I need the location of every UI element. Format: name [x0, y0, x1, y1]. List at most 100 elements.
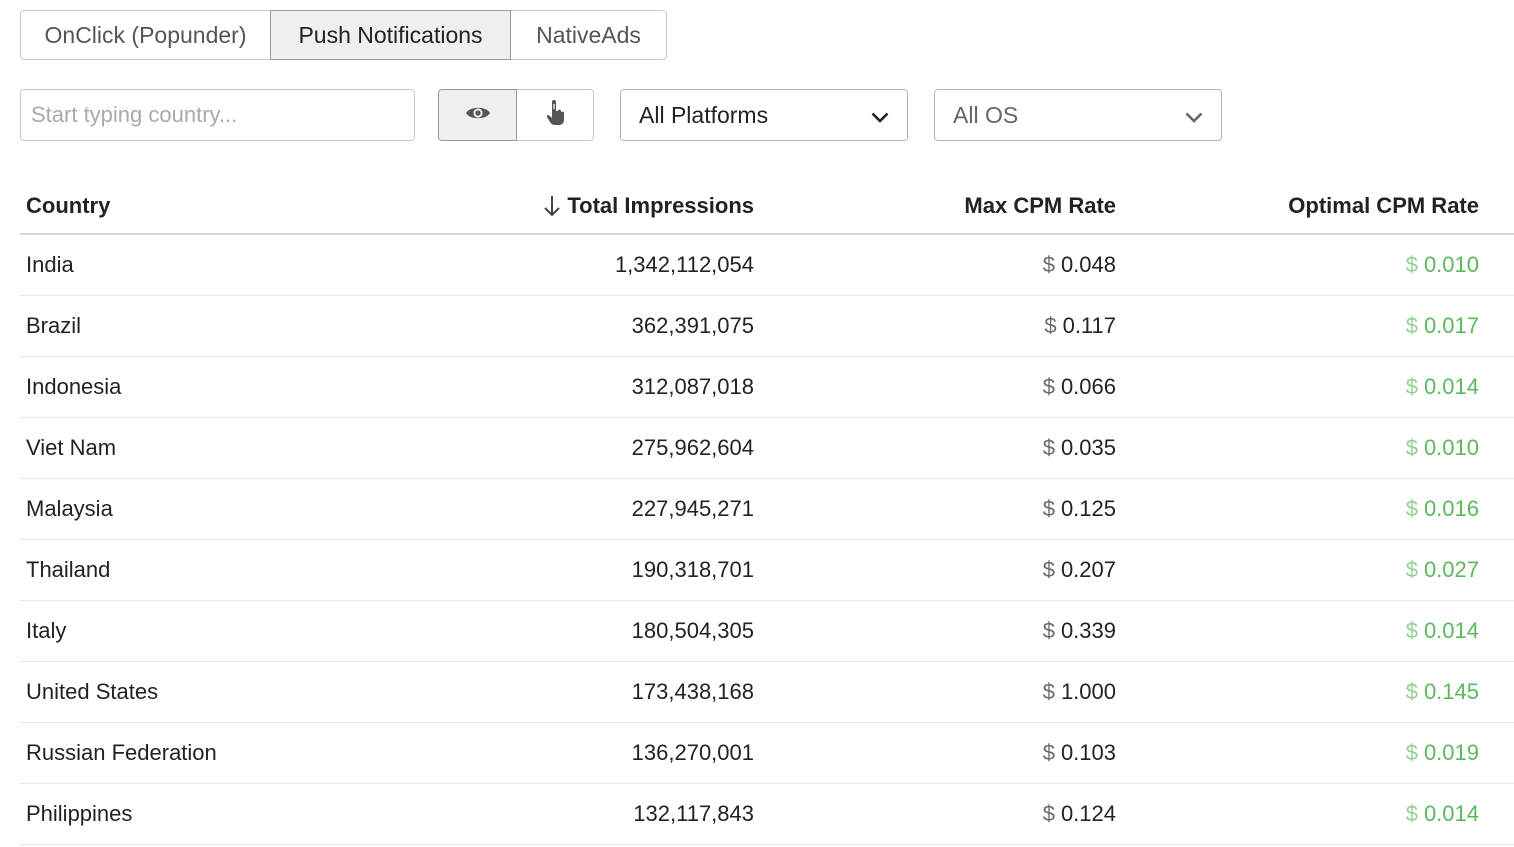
- optimal-cpm-value: 0.019: [1423, 740, 1479, 765]
- chevron-down-icon: [1185, 102, 1203, 129]
- country-search-input[interactable]: [20, 89, 415, 141]
- metric-toggle: [438, 89, 594, 141]
- table-header: Country Total Impressions Max CPM Rate O…: [20, 178, 1514, 235]
- currency-symbol: $: [1042, 618, 1055, 643]
- max-cpm-value: 0.048: [1060, 252, 1116, 277]
- max-cpm-value: 0.339: [1060, 618, 1116, 643]
- table-row: Italy 180,504,305 $0.339 $0.014: [20, 601, 1514, 662]
- platform-select[interactable]: All Platforms: [620, 89, 908, 141]
- impressions-cell: 275,962,604: [631, 435, 754, 460]
- max-cpm-cell: $0.035: [754, 435, 1116, 461]
- platform-select-value: All Platforms: [639, 101, 769, 128]
- max-cpm-value: 0.103: [1060, 740, 1116, 765]
- impressions-cell: 173,438,168: [631, 679, 754, 704]
- max-cpm-column-header[interactable]: Max CPM Rate: [754, 193, 1116, 219]
- optimal-cpm-cell: $0.016: [1116, 496, 1479, 522]
- impressions-cell: 136,270,001: [631, 740, 754, 765]
- impressions-cell: 180,504,305: [631, 618, 754, 643]
- country-cell: Thailand: [26, 557, 111, 582]
- optimal-cpm-value: 0.027: [1423, 557, 1479, 582]
- currency-symbol: $: [1405, 313, 1418, 338]
- eye-icon: [465, 104, 491, 127]
- country-cell: Indonesia: [26, 374, 122, 399]
- currency-symbol: $: [1405, 740, 1418, 765]
- tab-onclick-popunder[interactable]: OnClick (Popunder): [20, 10, 271, 60]
- max-cpm-cell: $0.207: [754, 557, 1116, 583]
- max-cpm-cell: $0.117: [754, 313, 1116, 339]
- clicks-toggle-button[interactable]: [516, 89, 594, 141]
- currency-symbol: $: [1405, 618, 1418, 643]
- impressions-cell: 227,945,271: [631, 496, 754, 521]
- currency-symbol: $: [1405, 435, 1418, 460]
- max-cpm-value: 0.207: [1060, 557, 1116, 582]
- optimal-cpm-cell: $0.010: [1116, 252, 1479, 278]
- currency-symbol: $: [1042, 435, 1055, 460]
- optimal-cpm-value: 0.014: [1423, 801, 1479, 826]
- table-row: Brazil 362,391,075 $0.117 $0.017: [20, 296, 1514, 357]
- table-row: United States 173,438,168 $1.000 $0.145: [20, 662, 1514, 723]
- table-row: India 1,342,112,054 $0.048 $0.010: [20, 235, 1514, 296]
- table-row: Philippines 132,117,843 $0.124 $0.014: [20, 784, 1514, 845]
- max-cpm-cell: $1.000: [754, 679, 1116, 705]
- country-cell: Italy: [26, 618, 67, 643]
- country-cell: United States: [26, 679, 159, 704]
- country-rates-table: Country Total Impressions Max CPM Rate O…: [20, 178, 1514, 845]
- optimal-cpm-value: 0.016: [1423, 496, 1479, 521]
- max-cpm-cell: $0.103: [754, 740, 1116, 766]
- table-row: Russian Federation 136,270,001 $0.103 $0…: [20, 723, 1514, 784]
- currency-symbol: $: [1042, 679, 1055, 704]
- tab-push-notifications[interactable]: Push Notifications: [270, 10, 511, 60]
- country-cell: Viet Nam: [26, 435, 117, 460]
- optimal-cpm-value: 0.014: [1423, 618, 1479, 643]
- chevron-down-icon: [871, 102, 889, 129]
- os-select[interactable]: All OS: [934, 89, 1222, 141]
- impressions-cell: 312,087,018: [631, 374, 754, 399]
- country-cell: Malaysia: [26, 496, 113, 521]
- currency-symbol: $: [1042, 374, 1055, 399]
- optimal-cpm-cell: $0.027: [1116, 557, 1479, 583]
- impressions-toggle-button[interactable]: [438, 89, 517, 141]
- optimal-cpm-cell: $0.014: [1116, 618, 1479, 644]
- currency-symbol: $: [1405, 679, 1418, 704]
- currency-symbol: $: [1405, 374, 1418, 399]
- pointer-hand-icon: [545, 99, 565, 131]
- currency-symbol: $: [1405, 801, 1418, 826]
- optimal-cpm-value: 0.014: [1423, 374, 1479, 399]
- impressions-cell: 362,391,075: [631, 313, 754, 338]
- country-cell: Philippines: [26, 801, 133, 826]
- optimal-cpm-cell: $0.019: [1116, 740, 1479, 766]
- table-row: Malaysia 227,945,271 $0.125 $0.016: [20, 479, 1514, 540]
- table-row: Thailand 190,318,701 $0.207 $0.027: [20, 540, 1514, 601]
- optimal-cpm-value: 0.010: [1423, 435, 1479, 460]
- country-cell: Russian Federation: [26, 740, 217, 765]
- max-cpm-cell: $0.339: [754, 618, 1116, 644]
- currency-symbol: $: [1042, 252, 1055, 277]
- table-row: Viet Nam 275,962,604 $0.035 $0.010: [20, 418, 1514, 479]
- max-cpm-value: 0.124: [1060, 801, 1116, 826]
- country-column-header[interactable]: Country: [20, 193, 440, 219]
- country-cell: Brazil: [26, 313, 82, 338]
- ad-format-tabs: OnClick (Popunder) Push Notifications Na…: [20, 10, 667, 60]
- currency-symbol: $: [1044, 313, 1057, 338]
- table-row: Indonesia 312,087,018 $0.066 $0.014: [20, 357, 1514, 418]
- optimal-cpm-value: 0.017: [1423, 313, 1479, 338]
- max-cpm-value: 0.117: [1062, 313, 1116, 338]
- currency-symbol: $: [1405, 252, 1418, 277]
- currency-symbol: $: [1042, 740, 1055, 765]
- impressions-cell: 1,342,112,054: [614, 252, 754, 277]
- currency-symbol: $: [1042, 801, 1055, 826]
- currency-symbol: $: [1405, 557, 1418, 582]
- optimal-cpm-cell: $0.010: [1116, 435, 1479, 461]
- optimal-cpm-value: 0.145: [1423, 679, 1479, 704]
- impressions-column-header[interactable]: Total Impressions: [440, 193, 754, 219]
- optimal-cpm-cell: $0.014: [1116, 374, 1479, 400]
- max-cpm-cell: $0.048: [754, 252, 1116, 278]
- optimal-cpm-column-header[interactable]: Optimal CPM Rate: [1116, 193, 1479, 219]
- optimal-cpm-cell: $0.017: [1116, 313, 1479, 339]
- optimal-cpm-cell: $0.014: [1116, 801, 1479, 827]
- tab-nativeads[interactable]: NativeAds: [510, 10, 667, 60]
- country-cell: India: [26, 252, 74, 277]
- optimal-cpm-cell: $0.145: [1116, 679, 1479, 705]
- max-cpm-cell: $0.124: [754, 801, 1116, 827]
- currency-symbol: $: [1042, 557, 1055, 582]
